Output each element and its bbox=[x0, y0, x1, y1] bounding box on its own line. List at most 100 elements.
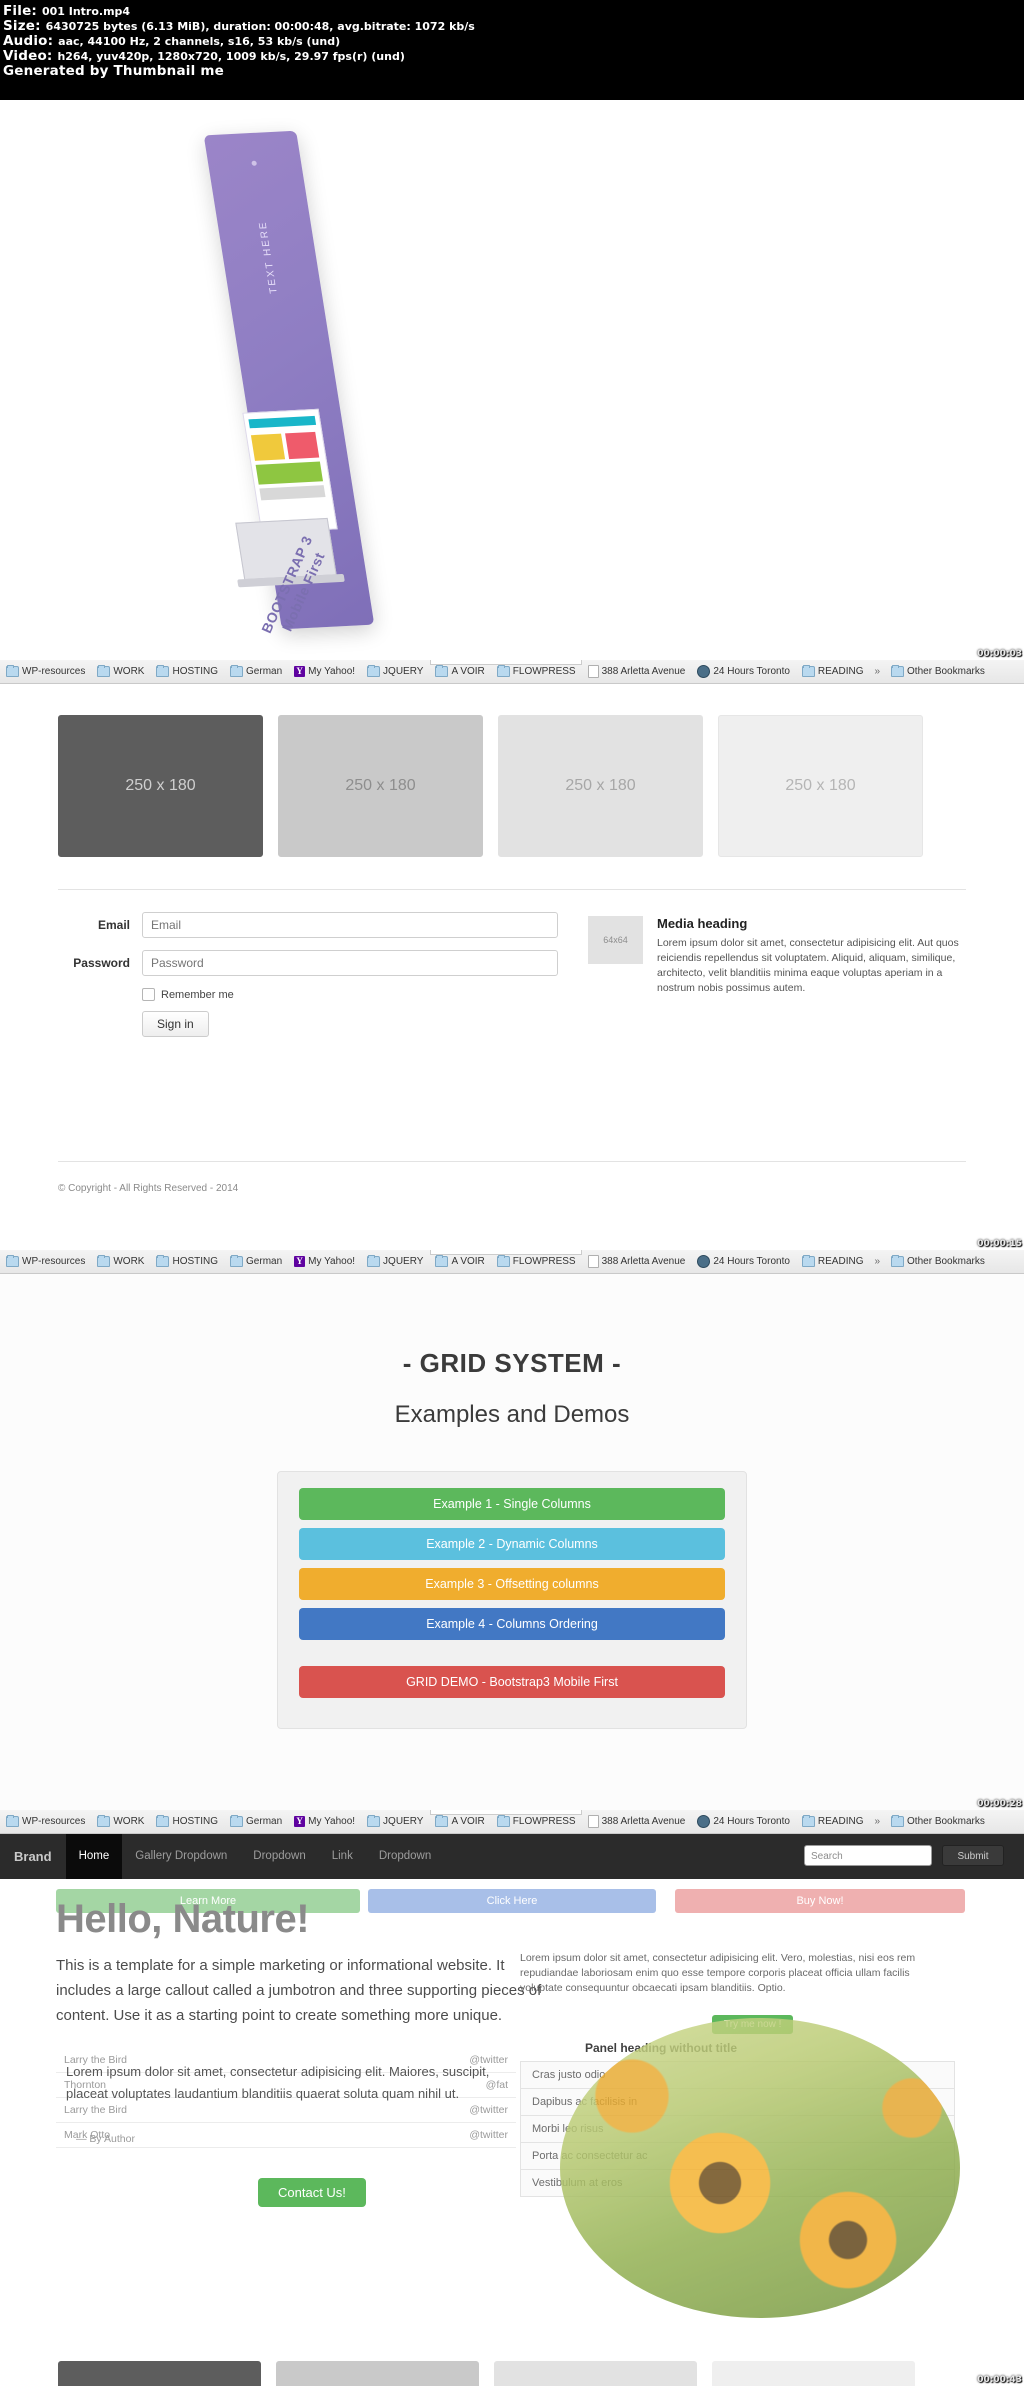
bottom-thumb bbox=[494, 2361, 697, 2386]
folder-icon bbox=[156, 1815, 170, 1827]
tab-stub[interactable] bbox=[430, 1250, 582, 1255]
bookmark-label: READING bbox=[817, 1256, 864, 1267]
remember-me-row[interactable]: Remember me bbox=[142, 988, 558, 1001]
video-frame-3: WP-resources WORK HOSTING German Y My Yah… bbox=[0, 1250, 1024, 1810]
navbar-brand[interactable]: Brand bbox=[0, 1849, 66, 1864]
blockquote-text: Lorem ipsum dolor sit amet, consectetur … bbox=[66, 2064, 490, 2101]
bottom-thumb bbox=[58, 2361, 261, 2386]
page-icon bbox=[587, 665, 599, 678]
audio-label: Audio: bbox=[3, 33, 54, 49]
cta-buy-now[interactable]: Buy Now! bbox=[675, 1889, 965, 1913]
bookmark-item[interactable]: WP-resources bbox=[0, 1250, 91, 1273]
search-submit-button[interactable]: Submit bbox=[942, 1845, 1004, 1866]
bookmark-item[interactable]: READING bbox=[796, 660, 870, 683]
bookmark-item[interactable]: HOSTING bbox=[150, 1250, 224, 1273]
bookmark-item[interactable]: German bbox=[224, 1250, 288, 1273]
folder-icon bbox=[435, 1255, 449, 1267]
nav-item-dropdown-1[interactable]: Dropdown bbox=[240, 1833, 318, 1879]
art-block-4 bbox=[259, 485, 326, 501]
bookmark-item[interactable]: 24 Hours Toronto bbox=[691, 1810, 796, 1833]
folder-icon bbox=[496, 1815, 510, 1827]
bookmark-item[interactable]: 24 Hours Toronto bbox=[691, 660, 796, 683]
table-cell-right: @twitter bbox=[469, 2129, 508, 2141]
folder-icon bbox=[801, 665, 815, 677]
bookmark-item[interactable]: 388 Arletta Avenue bbox=[582, 660, 692, 683]
example-3-button[interactable]: Example 3 - Offsetting columns bbox=[299, 1568, 725, 1600]
footer-divider bbox=[58, 1161, 966, 1162]
bookmark-item[interactable]: WORK bbox=[91, 660, 150, 683]
bookmark-label: German bbox=[246, 1816, 283, 1827]
bookmark-item[interactable]: HOSTING bbox=[150, 660, 224, 683]
globe-icon bbox=[697, 1815, 711, 1828]
copyright-text: © Copyright - All Rights Reserved - 2014 bbox=[58, 1183, 239, 1194]
bookmark-label: A VOIR bbox=[451, 666, 485, 677]
video-frame-1: TEXT HERE BOOTSTRAP 3 Mobile First 00:00… bbox=[0, 100, 1024, 660]
bookmark-item[interactable]: 388 Arletta Avenue bbox=[582, 1810, 692, 1833]
password-field[interactable] bbox=[142, 950, 558, 976]
bookmark-label: My Yahoo! bbox=[308, 1816, 356, 1827]
thumbnail-contact-sheet: File: 001 Intro.mp4 Size: 6430725 bytes … bbox=[0, 0, 1024, 2386]
bookmarks-overflow-chevron[interactable]: » bbox=[869, 666, 885, 677]
example-4-button[interactable]: Example 4 - Columns Ordering bbox=[299, 1608, 725, 1640]
info-line-size: Size: 6430725 bytes (6.13 MiB), duration… bbox=[3, 19, 1024, 34]
nav-item-link[interactable]: Link bbox=[319, 1833, 366, 1879]
remember-me-label: Remember me bbox=[161, 988, 234, 1001]
nav-item-dropdown-2[interactable]: Dropdown bbox=[366, 1833, 444, 1879]
bookmark-item[interactable]: 388 Arletta Avenue bbox=[582, 1250, 692, 1273]
bookmark-label: 24 Hours Toronto bbox=[713, 666, 790, 677]
bookmark-item[interactable]: German bbox=[224, 660, 288, 683]
email-row: Email bbox=[58, 912, 558, 938]
folder-icon bbox=[367, 1815, 381, 1827]
sign-in-button[interactable]: Sign in bbox=[142, 1011, 209, 1037]
bookmark-item[interactable]: German bbox=[224, 1810, 288, 1833]
remember-me-checkbox[interactable] bbox=[142, 988, 155, 1001]
example-1-button[interactable]: Example 1 - Single Columns bbox=[299, 1488, 725, 1520]
bookmark-item[interactable]: READING bbox=[796, 1810, 870, 1833]
folder-icon bbox=[801, 1255, 815, 1267]
bookmark-item[interactable]: JQUERY bbox=[361, 1810, 429, 1833]
bookmark-item[interactable]: WP-resources bbox=[0, 660, 91, 683]
bookmark-label: FLOWPRESS bbox=[512, 1256, 576, 1267]
other-bookmarks-item[interactable]: Other Bookmarks bbox=[885, 1250, 991, 1273]
bookmark-item[interactable]: WORK bbox=[91, 1250, 150, 1273]
folder-icon bbox=[97, 665, 111, 677]
bookmark-label: 388 Arletta Avenue bbox=[601, 1256, 686, 1267]
tab-stub[interactable] bbox=[430, 1810, 582, 1815]
nav-item-gallery-dropdown[interactable]: Gallery Dropdown bbox=[122, 1833, 240, 1879]
cta-click-here[interactable]: Click Here bbox=[368, 1889, 656, 1913]
bookmark-item[interactable]: Y My Yahoo! bbox=[288, 1250, 361, 1273]
site-navbar: Brand Home Gallery Dropdown Dropdown Lin… bbox=[0, 1833, 1024, 1879]
contact-us-button[interactable]: Contact Us! bbox=[258, 2178, 366, 2207]
bookmark-item[interactable]: WORK bbox=[91, 1810, 150, 1833]
bottom-thumb bbox=[712, 2361, 915, 2386]
example-2-button[interactable]: Example 2 - Dynamic Columns bbox=[299, 1528, 725, 1560]
nav-item-home[interactable]: Home bbox=[65, 1833, 123, 1879]
folder-icon bbox=[496, 1255, 510, 1267]
bookmark-item[interactable]: JQUERY bbox=[361, 660, 429, 683]
bookmark-item[interactable]: Y My Yahoo! bbox=[288, 1810, 361, 1833]
bookmark-label: JQUERY bbox=[383, 666, 424, 677]
bookmark-label: 24 Hours Toronto bbox=[713, 1816, 790, 1827]
tab-stub[interactable] bbox=[430, 660, 582, 665]
bookmark-item[interactable]: READING bbox=[796, 1250, 870, 1273]
folder-icon bbox=[230, 1815, 244, 1827]
folder-icon bbox=[97, 1255, 111, 1267]
other-bookmarks-item[interactable]: Other Bookmarks bbox=[885, 1810, 991, 1833]
bookmark-item[interactable]: Y My Yahoo! bbox=[288, 660, 361, 683]
bookmark-label: A VOIR bbox=[451, 1256, 485, 1267]
bookmark-item[interactable]: HOSTING bbox=[150, 1810, 224, 1833]
search-input[interactable]: Search bbox=[804, 1845, 932, 1866]
bookmark-item[interactable]: JQUERY bbox=[361, 1250, 429, 1273]
email-field[interactable] bbox=[142, 912, 558, 938]
grid-demo-button[interactable]: GRID DEMO - Bootstrap3 Mobile First bbox=[299, 1666, 725, 1698]
other-bookmarks-item[interactable]: Other Bookmarks bbox=[885, 660, 991, 683]
bookmarks-overflow-chevron[interactable]: » bbox=[869, 1816, 885, 1827]
bookmark-item[interactable]: 24 Hours Toronto bbox=[691, 1250, 796, 1273]
content-container: 250 x 180 250 x 180 250 x 180 250 x 180 … bbox=[58, 715, 966, 1037]
folder-icon bbox=[156, 665, 170, 677]
info-line-video: Video: h264, yuv420p, 1280x720, 1009 kb/… bbox=[3, 49, 1024, 64]
file-label: File: bbox=[3, 3, 38, 19]
media-thumbnail: 64x64 bbox=[588, 916, 643, 964]
bookmarks-overflow-chevron[interactable]: » bbox=[869, 1256, 885, 1267]
bookmark-item[interactable]: WP-resources bbox=[0, 1810, 91, 1833]
